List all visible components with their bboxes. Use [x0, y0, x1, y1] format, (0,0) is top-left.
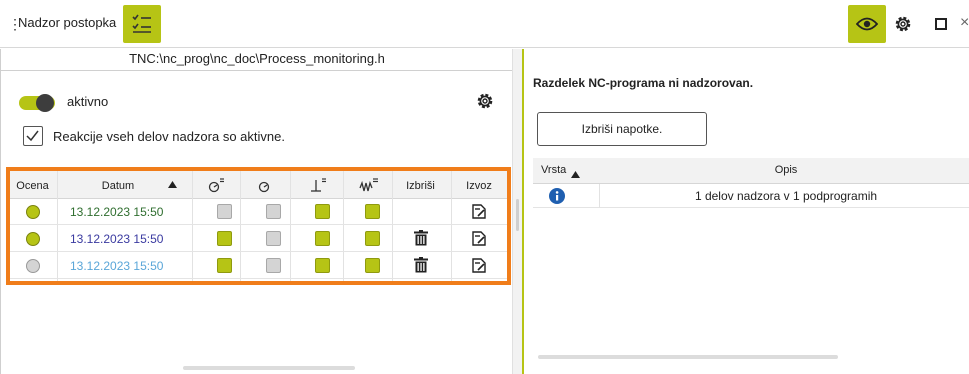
- trash-icon[interactable]: [414, 230, 428, 246]
- monitor-status-indicator: [217, 258, 232, 273]
- monitor-status-indicator: [266, 204, 281, 219]
- panel-splitter[interactable]: [512, 49, 522, 374]
- hints-panel: Razdelek NC-programa ni nadzorovan. Izbr…: [522, 49, 969, 374]
- table-row[interactable]: 13.12.2023 15:50: [10, 226, 507, 252]
- rating-indicator: [26, 205, 40, 219]
- info-icon: [549, 188, 565, 204]
- monitor-status-indicator: [266, 231, 281, 246]
- monitor-status-indicator: [315, 204, 330, 219]
- eye-icon: [856, 17, 878, 31]
- settings-button[interactable]: [888, 9, 918, 39]
- monitor-status-indicator: [266, 258, 281, 273]
- all-reactions-label: Reakcije vseh delov nadzora so aktivne.: [53, 129, 285, 144]
- maximize-icon: [935, 18, 947, 30]
- splitter-grip[interactable]: [516, 199, 519, 231]
- checklist-icon: [132, 14, 151, 33]
- col-description[interactable]: Opis: [601, 164, 969, 176]
- monitor-status-indicator: [315, 231, 330, 246]
- maximize-button[interactable]: [926, 9, 956, 39]
- row-date: 13.12.2023 15:50: [70, 259, 164, 273]
- history-table: Ocena Datum Izbriši Izvoz 13.12.2023 15:…: [6, 167, 511, 285]
- spindle-load-icon[interactable]: [309, 177, 327, 193]
- monitor-status-indicator: [315, 258, 330, 273]
- monitor-task-all-icon[interactable]: [207, 177, 225, 193]
- col-type[interactable]: Vrsta: [541, 164, 566, 176]
- window-title: Nadzor postopka: [18, 15, 117, 30]
- toggle-knob: [36, 94, 54, 112]
- table-row[interactable]: 13.12.2023 15:50: [10, 253, 507, 279]
- trash-icon[interactable]: [414, 257, 428, 273]
- monitor-status-indicator: [365, 258, 380, 273]
- export-icon[interactable]: [472, 231, 487, 246]
- table-row[interactable]: 1 delov nadzora v 1 podprogramih: [533, 184, 969, 208]
- export-icon[interactable]: [472, 258, 487, 273]
- hints-table-header: Vrsta Opis: [533, 158, 969, 184]
- vibration-icon[interactable]: [359, 177, 379, 193]
- horizontal-scrollbar[interactable]: [183, 366, 355, 370]
- column-divider: [599, 184, 600, 208]
- gear-icon: [895, 16, 911, 32]
- table-row[interactable]: 13.12.2023 15:50: [10, 199, 507, 225]
- program-path: TNC:\nc_prog\nc_doc\Process_monitoring.h: [1, 49, 513, 71]
- row-date: 13.12.2023 15:50: [70, 232, 164, 246]
- status-message: Razdelek NC-programa ni nadzorovan.: [533, 76, 754, 90]
- gear-icon: [477, 93, 493, 109]
- title-bar: ⋮ Nadzor postopka ×: [0, 0, 969, 48]
- section-settings-button[interactable]: [475, 91, 495, 114]
- col-date[interactable]: Datum: [78, 171, 158, 199]
- all-reactions-checkbox[interactable]: [23, 126, 43, 146]
- horizontal-scrollbar[interactable]: [538, 355, 838, 359]
- list-view-button[interactable]: [123, 5, 161, 43]
- close-icon[interactable]: ×: [960, 14, 969, 32]
- rating-indicator: [26, 232, 40, 246]
- col-rating[interactable]: Ocena: [10, 171, 55, 199]
- monitoring-overview-panel: TNC:\nc_prog\nc_doc\Process_monitoring.h…: [0, 49, 513, 374]
- rating-indicator: [26, 259, 40, 273]
- col-delete: Izbriši: [406, 180, 435, 192]
- monitoring-view-button[interactable]: [848, 5, 886, 43]
- col-export: Izvoz: [466, 180, 492, 192]
- sort-ascending-icon: [571, 171, 580, 178]
- monitor-task-icon[interactable]: [257, 179, 271, 193]
- clear-hints-button[interactable]: Izbriši napotke.: [537, 112, 707, 146]
- monitor-status-indicator: [365, 231, 380, 246]
- row-date: 13.12.2023 15:50: [70, 205, 164, 219]
- monitor-status-indicator: [217, 204, 232, 219]
- hint-description: 1 delov nadzora v 1 podprogramih: [694, 189, 878, 203]
- checkmark-icon: [26, 130, 39, 142]
- active-toggle[interactable]: [19, 94, 55, 112]
- monitor-status-indicator: [217, 231, 232, 246]
- table-header: Ocena Datum Izbriši Izvoz: [10, 171, 507, 199]
- active-toggle-label: aktivno: [67, 94, 109, 109]
- sort-ascending-icon: [168, 181, 177, 188]
- export-icon[interactable]: [472, 204, 487, 219]
- monitor-status-indicator: [365, 204, 380, 219]
